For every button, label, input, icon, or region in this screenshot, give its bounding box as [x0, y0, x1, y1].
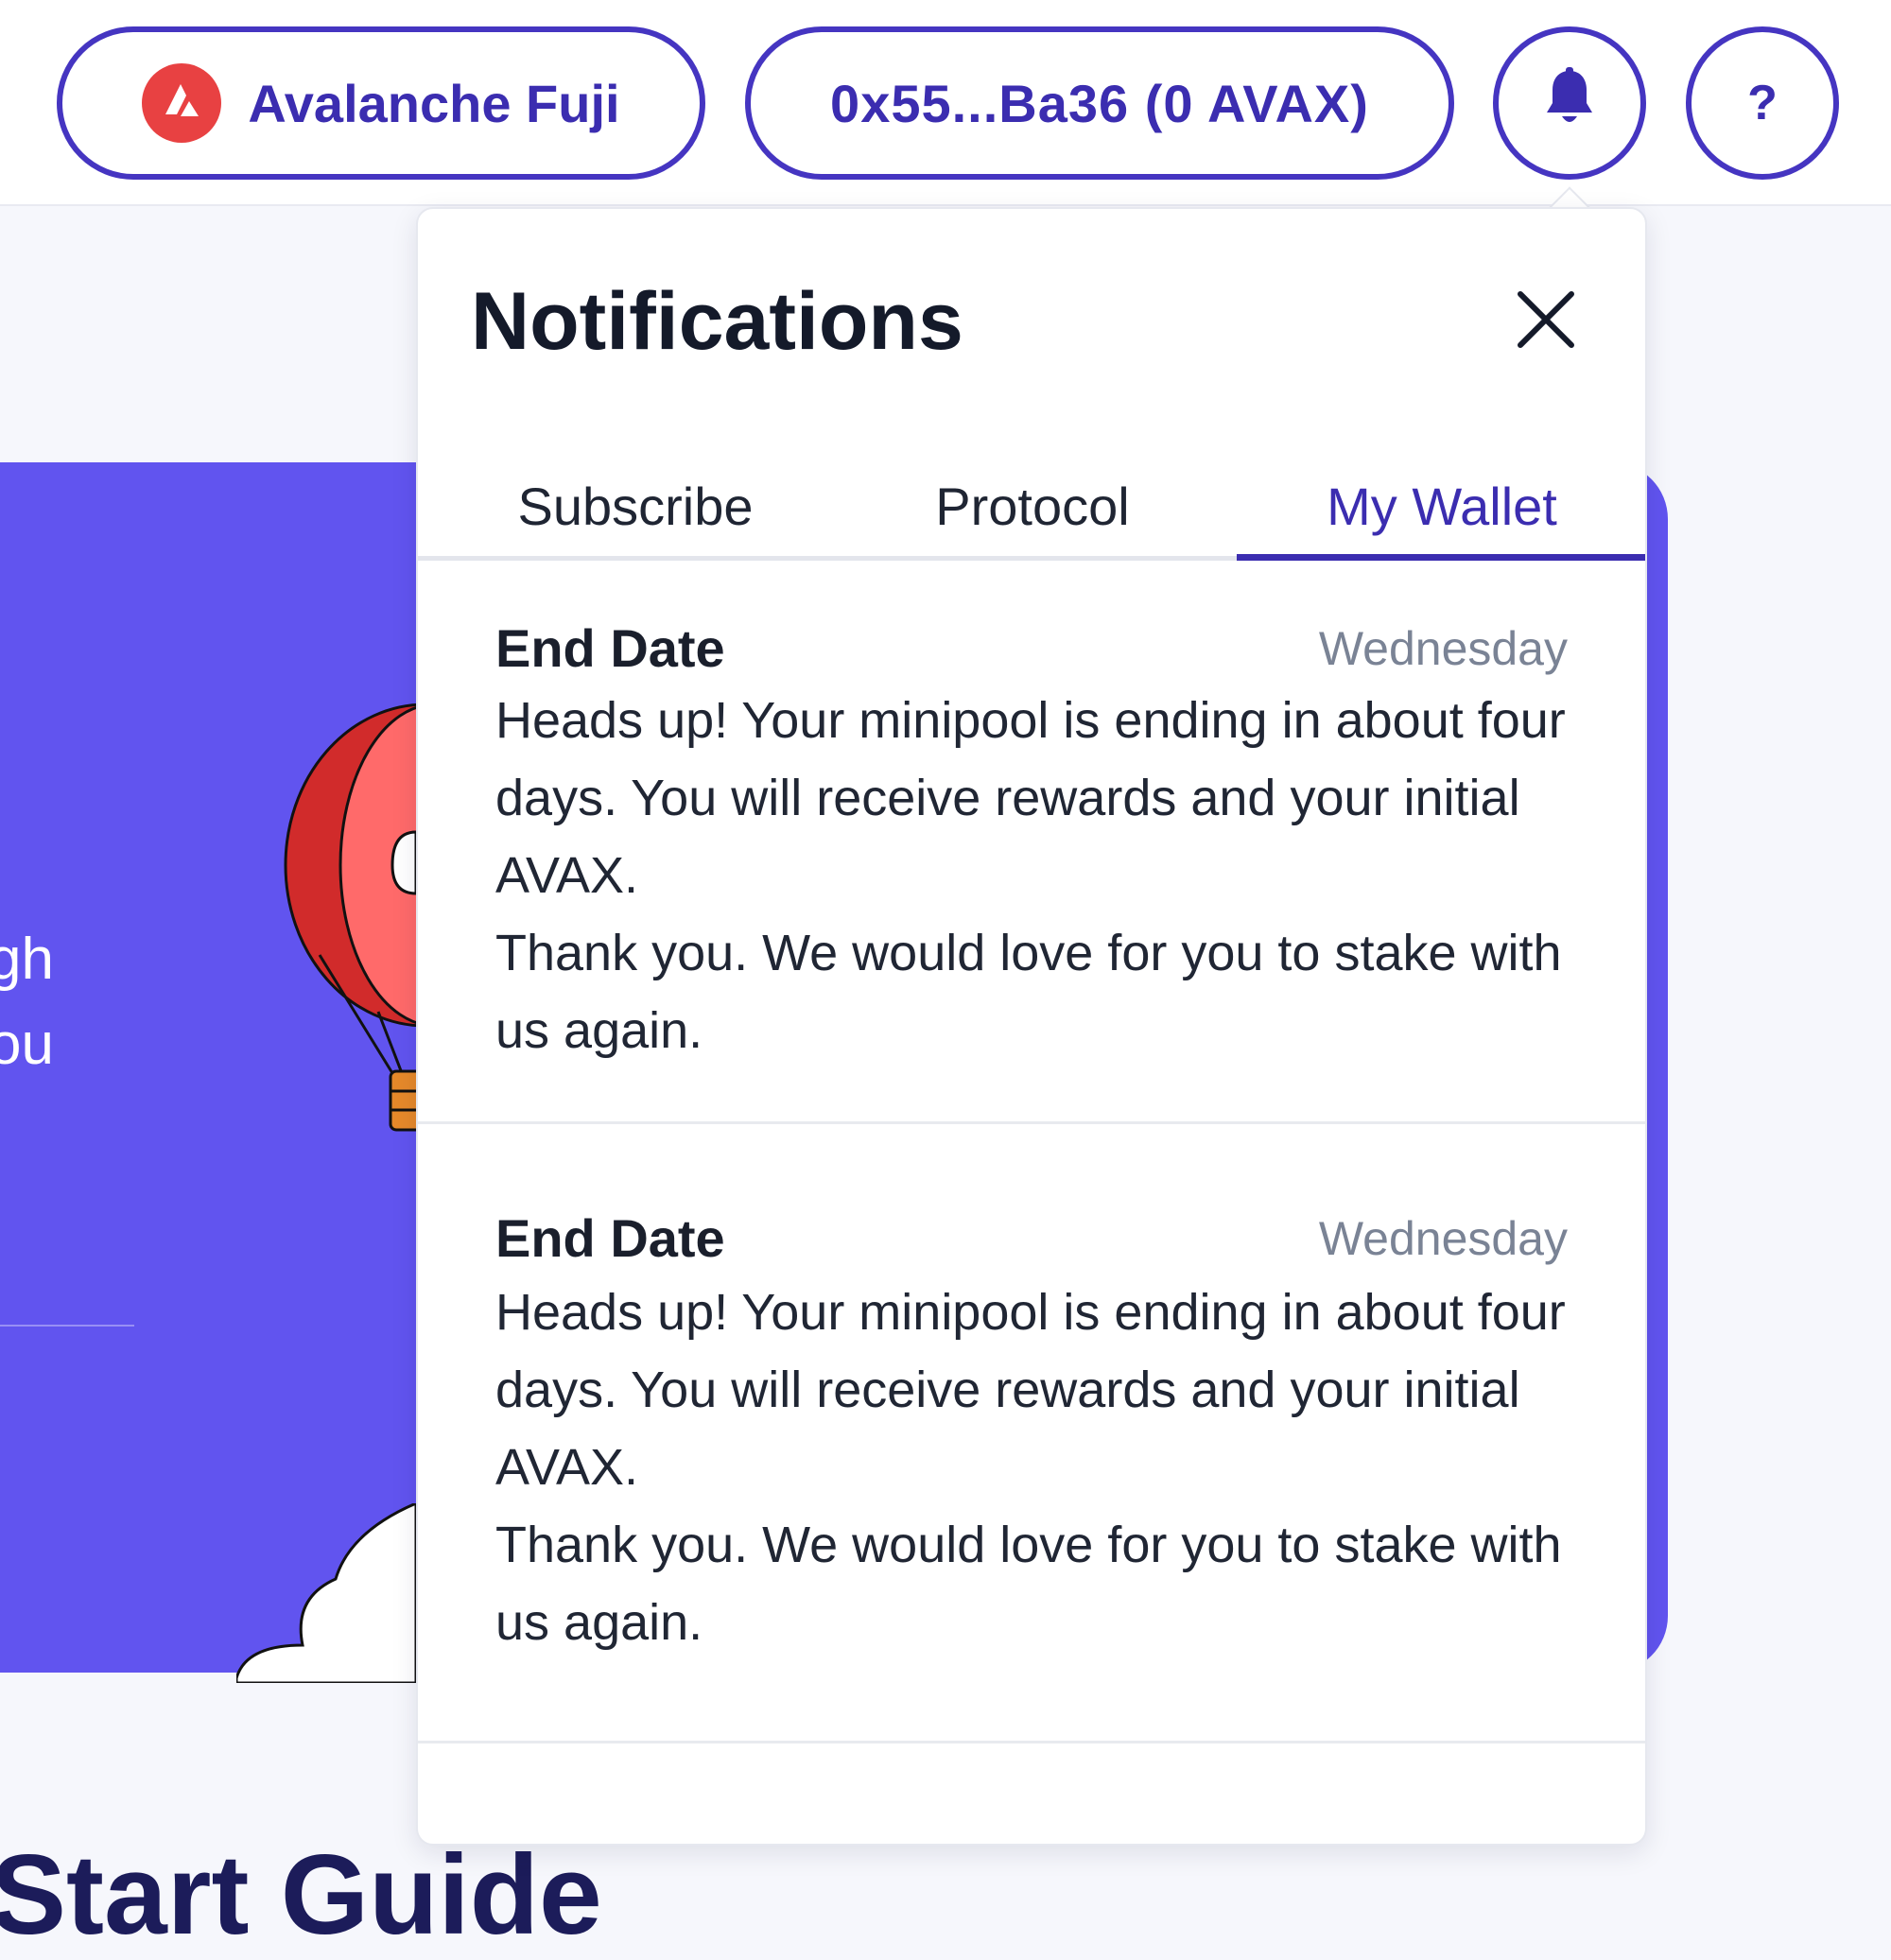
tab-protocol[interactable]: Protocol — [853, 453, 1212, 559]
notification-body-line: Thank you. We would love for you to stak… — [495, 1517, 1562, 1651]
notification-body: Heads up! Your minipool is ending in abo… — [495, 682, 1583, 1069]
bell-icon — [1543, 66, 1596, 140]
top-bar: Avalanche Fuji 0x55...Ba36 (0 AVAX) ? — [0, 0, 1891, 206]
notifications-popover: Notifications Subscribe Protocol My Wall… — [416, 207, 1647, 1846]
notification-date: Wednesday — [1318, 1212, 1568, 1265]
network-selector-button[interactable]: Avalanche Fuji — [57, 26, 705, 180]
popover-title: Notifications — [471, 276, 963, 367]
active-tab-indicator — [1237, 554, 1645, 561]
network-label: Avalanche Fuji — [248, 73, 620, 133]
notification-item[interactable]: End Date Wednesday Heads up! Your minipo… — [418, 1124, 1645, 1743]
hero-text-line2: ou — [0, 1012, 54, 1077]
cloud-illustration — [236, 1503, 418, 1683]
close-button[interactable] — [1494, 268, 1598, 372]
notifications-button[interactable] — [1493, 26, 1646, 180]
help-label: ? — [1747, 76, 1778, 130]
avalanche-logo-icon — [142, 63, 222, 143]
notification-item[interactable]: End Date Wednesday Heads up! Your minipo… — [418, 561, 1645, 1124]
notification-title: End Date — [495, 618, 725, 678]
tab-my-wallet[interactable]: My Wallet — [1237, 453, 1645, 559]
help-button[interactable]: ? — [1686, 26, 1839, 180]
notification-date: Wednesday — [1318, 622, 1568, 675]
wallet-button[interactable]: 0x55...Ba36 (0 AVAX) — [745, 26, 1454, 180]
notification-body-line: Heads up! Your minipool is ending in abo… — [495, 692, 1566, 904]
tab-subscribe[interactable]: Subscribe — [456, 453, 815, 559]
notification-title: End Date — [495, 1208, 725, 1268]
hero-text-line1: gh — [0, 927, 54, 992]
page-section-title: Start Guide — [0, 1831, 602, 1958]
notification-body-line: Heads up! Your minipool is ending in abo… — [495, 1284, 1566, 1496]
hot-air-balloon-illustration — [284, 702, 425, 1132]
close-icon — [1518, 291, 1574, 348]
hero-divider — [0, 1325, 134, 1327]
notification-body-line: Thank you. We would love for you to stak… — [495, 925, 1562, 1059]
wallet-label: 0x55...Ba36 (0 AVAX) — [830, 73, 1369, 133]
notification-body: Heads up! Your minipool is ending in abo… — [495, 1274, 1583, 1661]
